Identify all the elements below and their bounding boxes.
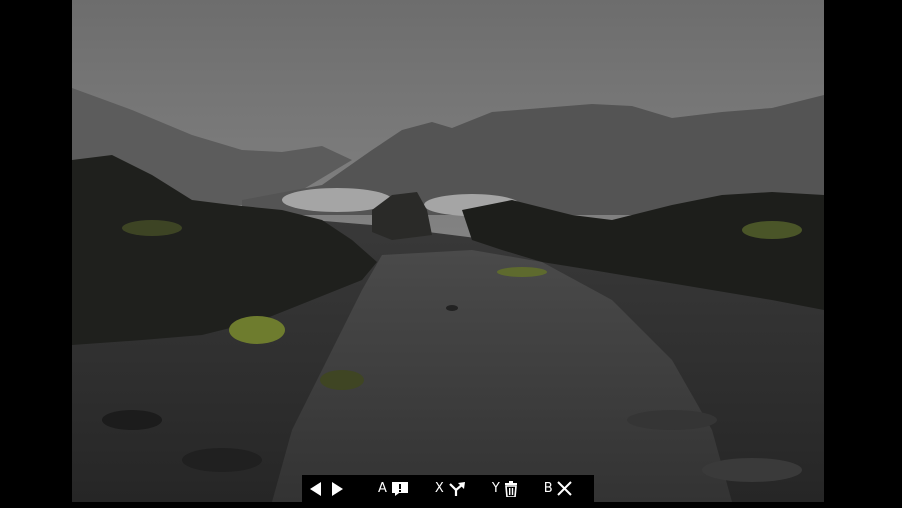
stone: [627, 410, 717, 430]
moss: [229, 316, 285, 344]
close-icon: [556, 481, 572, 496]
moss: [122, 220, 182, 236]
photo-viewer: A X Y B: [0, 0, 902, 508]
report-button[interactable]: A: [378, 475, 409, 502]
button-y-label: Y: [491, 481, 500, 496]
delete-button[interactable]: Y: [492, 475, 518, 502]
moss: [742, 221, 802, 239]
stone: [182, 448, 262, 472]
trash-icon: [504, 480, 517, 497]
report-icon: [391, 481, 408, 496]
close-button[interactable]: B: [544, 475, 572, 502]
button-x-label: X: [434, 481, 444, 496]
next-button[interactable]: [331, 475, 344, 502]
stone: [102, 410, 162, 430]
stone: [702, 458, 802, 482]
share-button[interactable]: X: [435, 475, 466, 502]
previous-button[interactable]: [309, 475, 322, 502]
controller-hint-bar: A X Y B: [302, 475, 594, 502]
button-b-label: B: [543, 481, 553, 496]
share-icon: [449, 481, 465, 496]
button-a-label: A: [378, 481, 387, 496]
triangle-left-icon: [310, 481, 321, 496]
moss: [320, 370, 364, 390]
moss: [497, 267, 547, 277]
triangle-right-icon: [332, 481, 343, 496]
stone: [446, 305, 458, 311]
landscape-photo: [72, 0, 824, 502]
